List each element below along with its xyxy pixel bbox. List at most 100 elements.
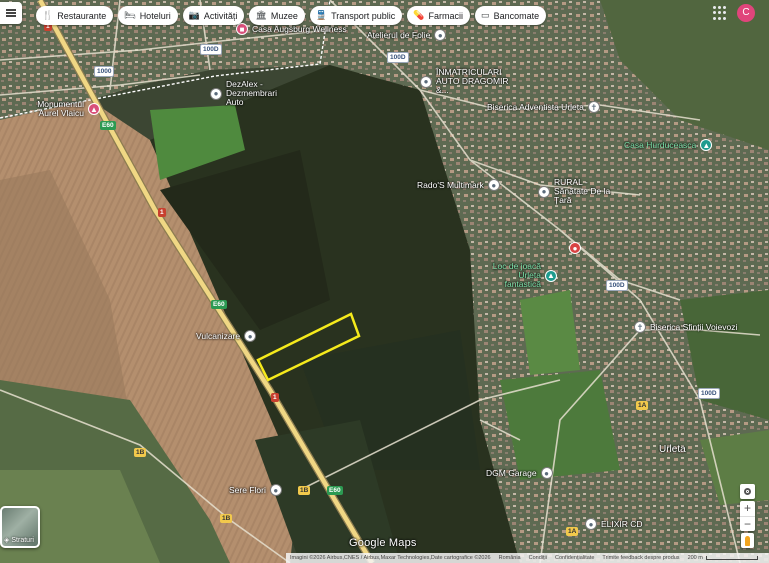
zoom-in-button[interactable]: +	[740, 501, 755, 516]
chip-hotels[interactable]: 🛏 Hoteluri	[118, 6, 178, 25]
place-icon: ●	[244, 330, 257, 342]
atm-icon: ▭	[481, 10, 490, 20]
footer-link-feedback[interactable]: Trimite feedback despre produs	[602, 555, 679, 561]
road-number-badge: 100D	[200, 44, 222, 55]
place-pin-rural-sanatate[interactable]: ● RURAL - Sănătate De la Țară	[538, 178, 622, 205]
location-pin-icon: ●	[569, 242, 581, 254]
place-label: Biserica Adventista Urleta	[487, 101, 584, 112]
footer-link-country[interactable]: România	[499, 555, 521, 561]
place-pin-biserica-adventista[interactable]: ✝ Biserica Adventista Urleta	[487, 101, 600, 113]
apps-grid-icon[interactable]	[713, 6, 727, 20]
menu-button[interactable]	[0, 2, 22, 24]
place-label: ELIXIR CD	[601, 518, 643, 529]
shop-icon: ●	[487, 179, 500, 191]
park-icon: ▲	[545, 269, 557, 282]
church-icon: ✝	[634, 321, 646, 333]
place-label: Atelierul de Folie	[367, 29, 431, 40]
road-number-badge: 1A	[566, 527, 579, 536]
menu-icon	[6, 9, 16, 17]
place-label: ÎNMATRICULARI AUTO DRAGOMIR &...	[436, 67, 509, 95]
chip-atms[interactable]: ▭ Bancomate	[475, 6, 547, 25]
street-view-pegman[interactable]	[741, 533, 754, 548]
my-location-button[interactable]	[740, 484, 755, 499]
place-label: RURAL - Sănătate De la Țară	[554, 177, 611, 205]
place-pin-inmatriculari[interactable]: ● ÎNMATRICULARI AUTO DRAGOMIR &...	[420, 68, 516, 95]
road-number-badge: 1B	[134, 448, 147, 457]
google-maps-logo: Google Maps	[349, 537, 417, 549]
place-pin-rados-multimark[interactable]: ● Rado'S Multimark	[417, 179, 500, 191]
chip-label: Muzee	[270, 10, 298, 21]
road-number-badge: 100D	[698, 388, 720, 399]
layers-icon: ◈	[4, 537, 10, 544]
place-pin-casa-hurduceasca[interactable]: ▲ Casa Hurduceasca	[624, 139, 713, 151]
scale-bar[interactable]: 200 m	[688, 555, 758, 561]
place-pin-dezalex[interactable]: ● DezAlex - Dezmembrari Auto	[210, 80, 296, 107]
pegman-icon	[745, 535, 750, 546]
chip-label: Restaurante	[57, 10, 107, 21]
place-label: Casa Hurduceasca	[624, 139, 697, 150]
layers-label: Straturi	[11, 536, 34, 544]
scale-bar-line	[705, 556, 758, 560]
chip-label: Farmacii	[428, 10, 464, 21]
place-icon: ●	[540, 467, 553, 479]
layers-button[interactable]: ◈ Straturi	[0, 506, 40, 548]
place-pin-loc-de-joaca[interactable]: ▲ Loc de joacă Urleta fantastică	[481, 262, 557, 289]
road-number-badge: E60	[211, 300, 227, 309]
road-number-badge: 100D	[387, 52, 409, 63]
place-label: Loc de joacă Urleta fantastică	[492, 261, 541, 289]
place-label: Biserica Sfinții Voievozi	[650, 321, 738, 332]
place-label: Vulcanizare	[196, 330, 241, 341]
chip-museums[interactable]: 🏛 Muzee	[249, 6, 305, 25]
footer-link-privacy[interactable]: Confidențialitate	[555, 555, 594, 561]
place-pin-sere-flori[interactable]: ● Sere Flori	[229, 484, 282, 496]
place-icon: ●	[585, 518, 597, 530]
road-number-badge: 1B	[220, 514, 233, 523]
map-imagery	[0, 0, 769, 563]
place-pin-dgm-garage[interactable]: ● DGM Garage	[486, 467, 553, 479]
church-icon: ✝	[587, 101, 600, 113]
chip-pharmacies[interactable]: 💊 Farmacii	[407, 6, 471, 25]
road-number-badge: E60	[100, 121, 116, 130]
place-icon: ●	[434, 29, 447, 41]
chip-public-transport[interactable]: 🚆 Transport public	[309, 6, 403, 25]
train-icon: 🚆	[315, 10, 328, 20]
chip-label: Transport public	[331, 10, 396, 21]
park-icon: ▲	[700, 139, 713, 151]
scale-label: 200 m	[687, 555, 703, 561]
place-pin-monumentul-aurel-vlaicu[interactable]: ▲ Monumentul Aurel Vlaicu	[36, 100, 100, 118]
road-number-badge: 1A	[636, 401, 649, 410]
road-number-badge: E60	[327, 486, 343, 495]
chip-label: Hoteluri	[139, 10, 171, 21]
footer-link-terms[interactable]: Condiții	[529, 555, 547, 561]
chip-activities[interactable]: 📷 Activități	[182, 6, 245, 25]
museum-icon: 🏛	[255, 10, 267, 20]
place-label: Monumentul Aurel Vlaicu	[37, 99, 84, 118]
crosshair-icon	[744, 488, 751, 495]
locality-label: Urleta	[659, 444, 686, 455]
place-pin-vulcanizare[interactable]: ● Vulcanizare	[196, 330, 257, 342]
place-pin-elixir-cd[interactable]: ● ELIXIR CD	[585, 518, 643, 530]
camera-icon: 📷	[188, 10, 200, 20]
place-icon: ●	[420, 75, 432, 88]
account-avatar[interactable]: C	[737, 4, 755, 22]
satellite-map[interactable]: 1 1 1 E60 E60 E60 1000 100D 100D 100D 10…	[0, 0, 769, 563]
place-label: Sere Flori	[229, 484, 266, 495]
road-number-badge: 1B	[298, 486, 311, 495]
category-chips: 🍴 Restaurante 🛏 Hoteluri 📷 Activități 🏛 Muze…	[36, 6, 547, 25]
zoom-controls: + −	[740, 501, 755, 531]
road-number-badge: 100D	[606, 280, 628, 291]
pharmacy-icon: 💊	[413, 10, 425, 20]
chip-label: Activități	[203, 10, 238, 21]
attribution-text: Imagini ©2026 Airbus,CNES / Airbus,Maxar…	[290, 555, 491, 561]
place-label: DGM Garage	[486, 467, 537, 478]
place-pin-biserica-sfintii-voievozi[interactable]: ✝ Biserica Sfinții Voievozi	[634, 321, 737, 333]
place-label: Rado'S Multimark	[417, 179, 484, 190]
road-number-badge: 1000	[94, 66, 115, 77]
fork-knife-icon: 🍴	[42, 10, 54, 20]
place-pin-atelierul-de-folie[interactable]: ● Atelierul de Folie	[367, 29, 447, 41]
place-pin-red-marker[interactable]: ●	[569, 242, 581, 254]
museum-icon: ▲	[88, 103, 100, 115]
zoom-out-button[interactable]: −	[740, 517, 755, 532]
chip-restaurants[interactable]: 🍴 Restaurante	[36, 6, 114, 25]
road-number-badge: 1	[158, 208, 166, 217]
